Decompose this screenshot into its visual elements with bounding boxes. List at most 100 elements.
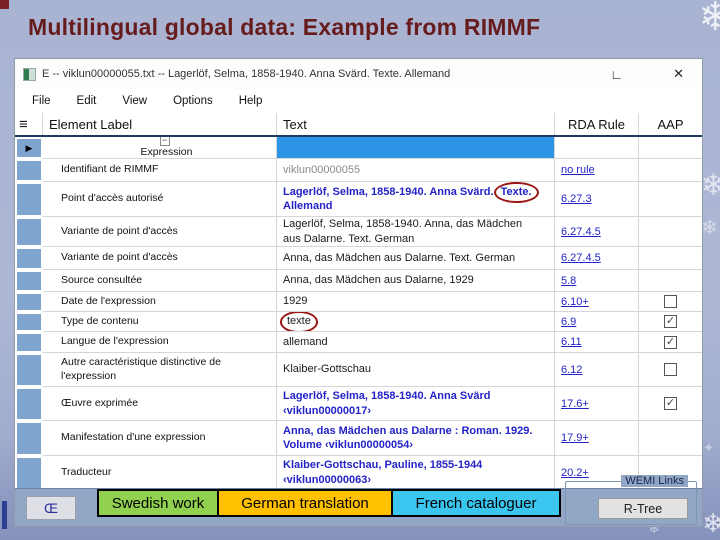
column-header-rda-rule[interactable]: RDA Rule: [555, 113, 639, 135]
table-row: Source consultée Anna, das Mädchen aus Da…: [15, 270, 702, 292]
element-label-cell: Point d'accès autorisé: [43, 182, 277, 217]
rda-rule-cell: 17.6+: [555, 387, 639, 421]
row-selector[interactable]: [15, 159, 43, 182]
snowflake-icon: ❄: [698, 0, 720, 39]
close-button[interactable]: ✕: [673, 66, 684, 82]
row-selector[interactable]: [15, 247, 43, 270]
snowflake-icon: ❄: [700, 169, 720, 202]
element-label-cell: Type de contenu: [43, 312, 277, 332]
text-value-cell[interactable]: texte: [277, 312, 555, 332]
aap-checkbox[interactable]: ✓: [664, 335, 677, 349]
row-selector[interactable]: [15, 332, 43, 353]
rda-rule-link[interactable]: 6.9: [561, 316, 576, 328]
menu-view[interactable]: View: [109, 95, 160, 107]
rda-rule-link[interactable]: 6.27.3: [561, 193, 592, 205]
column-header-aap[interactable]: AAP: [639, 113, 702, 135]
rda-rule-link[interactable]: 17.6+: [561, 398, 589, 410]
element-label-cell: Identifiant de RIMMF: [43, 159, 277, 182]
selected-text-cell[interactable]: [277, 137, 555, 159]
aap-cell: [639, 292, 702, 312]
text-value-cell[interactable]: 1929: [277, 292, 555, 312]
wemi-links-label: WEMI Links: [621, 475, 688, 487]
rda-rule-link[interactable]: no rule: [561, 164, 595, 176]
aap-cell: [639, 353, 702, 387]
table-row: Point d'accès autorisé Lagerlöf, Selma, 1…: [15, 182, 702, 217]
resize-button[interactable]: ∟: [610, 67, 623, 82]
row-selector[interactable]: [15, 387, 43, 421]
row-selector[interactable]: [15, 292, 43, 312]
collapse-icon[interactable]: −: [159, 137, 170, 146]
row-selector[interactable]: [15, 421, 43, 456]
aap-cell: [639, 159, 702, 182]
slide-title: Multilingual global data: Example from R…: [28, 14, 541, 40]
row-selector[interactable]: [15, 217, 43, 247]
expression-group-label-cell[interactable]: − Expression: [43, 137, 277, 159]
aap-cell: [639, 217, 702, 247]
column-header-text[interactable]: Text: [277, 113, 555, 135]
window-title: E -- viklun00000055.txt -- Lagerlöf, Sel…: [42, 68, 451, 80]
rda-rule-link[interactable]: 6.12: [561, 364, 582, 376]
aap-checkbox[interactable]: ✓: [664, 315, 677, 328]
rda-rule-link[interactable]: 5.8: [561, 275, 576, 287]
rda-rule-cell: 6.27.4.5: [555, 247, 639, 270]
aap-checkbox[interactable]: ✓: [664, 397, 677, 410]
row-selector[interactable]: [15, 270, 43, 292]
text-value-cell[interactable]: Anna, das Mädchen aus Dalarne. Text. Ger…: [277, 247, 555, 270]
rda-rule-link[interactable]: 6.11: [561, 336, 582, 348]
text-value-cell[interactable]: Lagerlöf, Selma, 1858-1940. Anna Svärd ‹v…: [277, 387, 555, 421]
aap-cell: ✓: [639, 387, 702, 421]
element-label-cell: Traducteur: [43, 456, 277, 490]
rda-rule-cell: 17.9+: [555, 421, 639, 456]
text-value-cell[interactable]: Klaiber-Gottschau: [277, 353, 555, 387]
rows-icon: ≡: [19, 115, 28, 133]
aap-cell: ✓: [639, 312, 702, 332]
menu-help[interactable]: Help: [226, 95, 276, 107]
text-value-cell[interactable]: allemand: [277, 332, 555, 353]
oe-button[interactable]: Œ: [26, 496, 76, 520]
aap-checkbox[interactable]: [664, 295, 677, 308]
window-titlebar: E -- viklun00000055.txt -- Lagerlöf, Sel…: [15, 59, 702, 89]
expression-group-row[interactable]: ▶ − Expression: [15, 137, 702, 159]
row-selector[interactable]: [15, 182, 43, 217]
row-selector[interactable]: [15, 312, 43, 332]
element-label-cell: Source consultée: [43, 270, 277, 292]
rda-rule-link[interactable]: 6.10+: [561, 296, 589, 308]
annotation-row: Swedish work German translation French cat…: [97, 489, 561, 517]
rimmf-window: E -- viklun00000055.txt -- Lagerlöf, Sel…: [14, 58, 703, 527]
slide-corner-square: [0, 0, 9, 9]
column-header-element-label[interactable]: Element Label: [43, 113, 277, 135]
text-value-cell[interactable]: viklun00000055: [277, 159, 555, 182]
annotation-french-cataloguer: French cataloguer: [391, 489, 561, 517]
rows-header-cell[interactable]: ≡: [15, 113, 43, 135]
text-value-cell[interactable]: Klaiber-Gottschau, Pauline, 1855-1944 ‹vi…: [277, 456, 555, 490]
wemi-links-groupbox: WEMI Links R-Tree: [565, 475, 697, 525]
rtree-button[interactable]: R-Tree: [598, 498, 688, 519]
rda-rule-link[interactable]: 6.27.4.5: [561, 226, 601, 238]
current-row-indicator[interactable]: ▶: [15, 137, 43, 159]
row-selector[interactable]: [15, 456, 43, 490]
menu-edit[interactable]: Edit: [64, 95, 110, 107]
text-value-cell[interactable]: Anna, das Mädchen aus Dalarne, 1929: [277, 270, 555, 292]
text-value-cell[interactable]: Anna, das Mädchen aus Dalarne : Roman. 1…: [277, 421, 555, 456]
rda-rule-link[interactable]: 17.9+: [561, 432, 589, 444]
snowflake-icon: ❄: [701, 217, 718, 239]
rda-rule-cell: 6.11: [555, 332, 639, 353]
rda-rule-link[interactable]: 6.27.4.5: [561, 252, 601, 264]
table-row: Identifiant de RIMMF viklun00000055 no rul…: [15, 159, 702, 182]
aap-checkbox[interactable]: [664, 363, 677, 376]
row-arrow-icon: ▶: [25, 142, 33, 153]
rda-rule-cell: 6.12: [555, 353, 639, 387]
table-row: Date de l'expression 1929 6.10+: [15, 292, 702, 312]
menu-options[interactable]: Options: [160, 95, 226, 107]
element-label-cell: Autre caractéristique distinctive de l'e…: [43, 353, 277, 387]
text-value-cell[interactable]: Lagerlöf, Selma, 1858-1940. Anna, das Mä…: [277, 217, 555, 247]
element-label-cell: Œuvre exprimée: [43, 387, 277, 421]
row-selector[interactable]: [15, 353, 43, 387]
rda-rule-link[interactable]: 20.2+: [561, 467, 589, 479]
aap-cell: [639, 421, 702, 456]
menu-file[interactable]: File: [19, 95, 64, 107]
element-label-cell: Manifestation d'une expression: [43, 421, 277, 456]
element-label-cell: Variante de point d'accès: [43, 247, 277, 270]
aap-cell: [639, 270, 702, 292]
text-value-cell[interactable]: Lagerlöf, Selma, 1858-1940. Anna Svärd. …: [277, 182, 555, 217]
